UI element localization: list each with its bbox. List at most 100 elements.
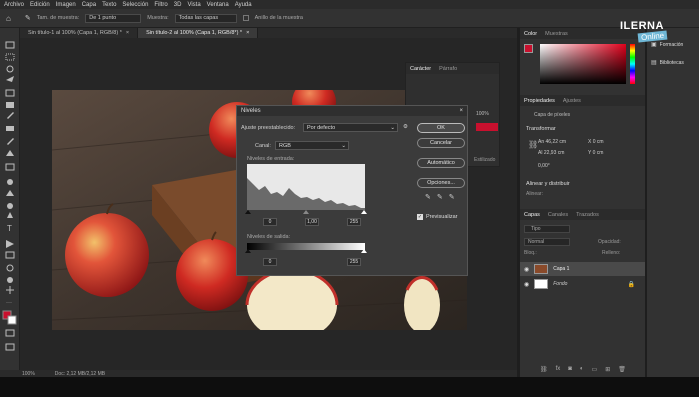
output-white-handle[interactable] bbox=[361, 249, 367, 253]
lock-icon: 🔒 bbox=[627, 281, 635, 288]
layer-name[interactable]: Capa 1 bbox=[553, 266, 569, 272]
menu-texto[interactable]: Texto bbox=[102, 2, 116, 8]
output-gradient bbox=[247, 243, 365, 250]
input-levels-label: Niveles de entrada: bbox=[247, 156, 295, 162]
output-black-value[interactable]: 0 bbox=[263, 258, 277, 266]
blend-mode-select[interactable]: Normal bbox=[524, 238, 570, 246]
right-panel: Color Muestras Propiedades Ajustes Capa … bbox=[520, 28, 645, 377]
link-icon[interactable]: ⛓ bbox=[528, 140, 538, 149]
scale-value[interactable]: 100% bbox=[476, 111, 489, 117]
bottom-strip bbox=[0, 377, 699, 397]
menu-capa[interactable]: Capa bbox=[82, 2, 96, 8]
document-size: Doc: 2,12 MB/2,12 MB bbox=[54, 370, 106, 377]
tools-panel: T ··· bbox=[0, 28, 20, 370]
angle-field[interactable]: 0,00° bbox=[538, 163, 550, 169]
preview-checkbox[interactable]: ✓ bbox=[417, 214, 423, 220]
text-color-swatch[interactable] bbox=[476, 123, 498, 131]
layer-name[interactable]: Fondo bbox=[553, 281, 567, 287]
input-gray-handle[interactable] bbox=[303, 210, 309, 214]
tab-document-1[interactable]: Sin título-1 al 100% (Capa 1, RGB/8) * × bbox=[20, 28, 139, 38]
input-gray-value[interactable]: 1,00 bbox=[305, 218, 319, 226]
layer-row[interactable]: ◉ Capa 1 bbox=[520, 262, 645, 276]
align-label: Alinear: bbox=[526, 191, 543, 197]
link-layers-icon[interactable]: ⛓ bbox=[540, 366, 548, 373]
home-icon[interactable]: ⌂ bbox=[6, 14, 11, 23]
tab-layers[interactable]: Capas bbox=[524, 212, 540, 218]
output-black-handle[interactable] bbox=[245, 249, 251, 253]
sample-size-select[interactable]: De 1 punto bbox=[85, 13, 142, 23]
x-field[interactable]: X 0 cm bbox=[588, 139, 604, 145]
preview-label: Previsualizar bbox=[426, 214, 458, 220]
tab-channels[interactable]: Canales bbox=[548, 212, 568, 218]
layer-thumbnail bbox=[534, 279, 549, 289]
histogram bbox=[247, 164, 365, 210]
menu-ayuda[interactable]: Ayuda bbox=[235, 2, 252, 8]
input-black-handle[interactable] bbox=[245, 210, 251, 214]
cancel-button[interactable]: Cancelar bbox=[417, 138, 465, 148]
tab-adjustments[interactable]: Ajustes bbox=[563, 98, 581, 104]
tab-document-2[interactable]: Sin título-2 al 100% (Capa 1, RGB/8*) * × bbox=[138, 28, 259, 38]
input-black-value[interactable]: 0 bbox=[263, 218, 277, 226]
output-white-value[interactable]: 255 bbox=[347, 258, 361, 266]
gray-eyedropper-icon[interactable]: ✎ bbox=[437, 193, 443, 201]
align-heading[interactable]: Alinear y distribuir bbox=[526, 181, 570, 187]
white-eyedropper-icon[interactable]: ✎ bbox=[449, 193, 455, 201]
libraries-panel-button[interactable]: ▤ Bibliotecas bbox=[651, 59, 684, 67]
anti-alias-value[interactable]: Estilizado bbox=[474, 157, 495, 163]
layer-row[interactable]: ◉ Fondo 🔒 bbox=[520, 277, 645, 291]
trash-icon[interactable]: 🗑 bbox=[618, 366, 626, 373]
input-white-value[interactable]: 255 bbox=[347, 218, 361, 226]
tab-color[interactable]: Color bbox=[524, 31, 537, 37]
options-button[interactable]: Opciones... bbox=[417, 178, 465, 188]
sample-label: Muestra: bbox=[147, 15, 169, 21]
gear-icon[interactable]: ⚙ bbox=[403, 124, 408, 130]
black-eyedropper-icon[interactable]: ✎ bbox=[425, 193, 431, 201]
menu-seleccion[interactable]: Selección bbox=[122, 2, 148, 8]
hue-slider[interactable] bbox=[630, 44, 635, 84]
menu-archivo[interactable]: Archivo bbox=[4, 2, 24, 8]
levels-dialog: Niveles × Ajuste preestablecido: Por def… bbox=[236, 105, 468, 276]
tab-paths[interactable]: Trazados bbox=[576, 212, 599, 218]
tab-paragraph[interactable]: Párrafo bbox=[439, 66, 457, 72]
tool-icons[interactable]: T ··· bbox=[0, 28, 20, 368]
layer-thumbnail bbox=[534, 264, 549, 274]
channel-select[interactable]: RGB ⌄ bbox=[275, 141, 349, 150]
adjustment-icon[interactable]: ◐ bbox=[580, 366, 584, 373]
tab-character[interactable]: Carácter bbox=[410, 66, 431, 72]
menu-ventana[interactable]: Ventana bbox=[207, 2, 229, 8]
menu-edicion[interactable]: Edición bbox=[30, 2, 50, 8]
input-white-handle[interactable] bbox=[361, 210, 367, 214]
ok-button[interactable]: OK bbox=[417, 123, 465, 133]
foreground-color[interactable] bbox=[524, 44, 533, 53]
new-layer-icon[interactable]: ⊞ bbox=[605, 366, 610, 373]
auto-button[interactable]: Automático bbox=[417, 158, 465, 168]
eye-icon[interactable]: ◉ bbox=[524, 281, 529, 288]
menu-imagen[interactable]: Imagen bbox=[56, 2, 76, 8]
height-field[interactable]: Al 22,93 cm bbox=[538, 150, 564, 156]
eyedropper-icon[interactable]: ✎ bbox=[25, 14, 31, 22]
tab-properties[interactable]: Propiedades bbox=[524, 98, 555, 104]
dialog-title: Niveles bbox=[241, 108, 261, 114]
menu-3d[interactable]: 3D bbox=[174, 2, 182, 8]
menu-vista[interactable]: Vista bbox=[187, 2, 200, 8]
folder-icon[interactable]: ▭ bbox=[592, 366, 598, 373]
fx-icon[interactable]: fx bbox=[556, 366, 561, 373]
eyedropper-group: ✎ ✎ ✎ bbox=[425, 193, 455, 201]
preset-select[interactable]: Por defecto ⌄ bbox=[303, 123, 398, 132]
eye-icon[interactable]: ◉ bbox=[524, 266, 529, 273]
layer-filter-select[interactable]: Tipo bbox=[524, 225, 570, 233]
preset-label: Ajuste preestablecido: bbox=[241, 125, 296, 131]
close-icon[interactable]: × bbox=[459, 108, 463, 114]
output-slider-track[interactable] bbox=[245, 249, 367, 253]
width-field[interactable]: An 46,22 cm bbox=[538, 139, 566, 145]
mask-icon[interactable]: ◙ bbox=[568, 366, 572, 373]
tab-swatches[interactable]: Muestras bbox=[545, 31, 568, 37]
color-picker-field[interactable] bbox=[540, 44, 626, 84]
show-ring-checkbox[interactable] bbox=[242, 15, 249, 21]
zoom-level[interactable]: 100% bbox=[22, 371, 35, 377]
sample-select[interactable]: Todas las capas bbox=[174, 13, 237, 23]
menu-filtro[interactable]: Filtro bbox=[154, 2, 167, 8]
transform-heading[interactable]: Transformar bbox=[526, 126, 556, 132]
input-slider-track[interactable] bbox=[245, 210, 367, 214]
y-field[interactable]: Y 0 cm bbox=[588, 150, 603, 156]
